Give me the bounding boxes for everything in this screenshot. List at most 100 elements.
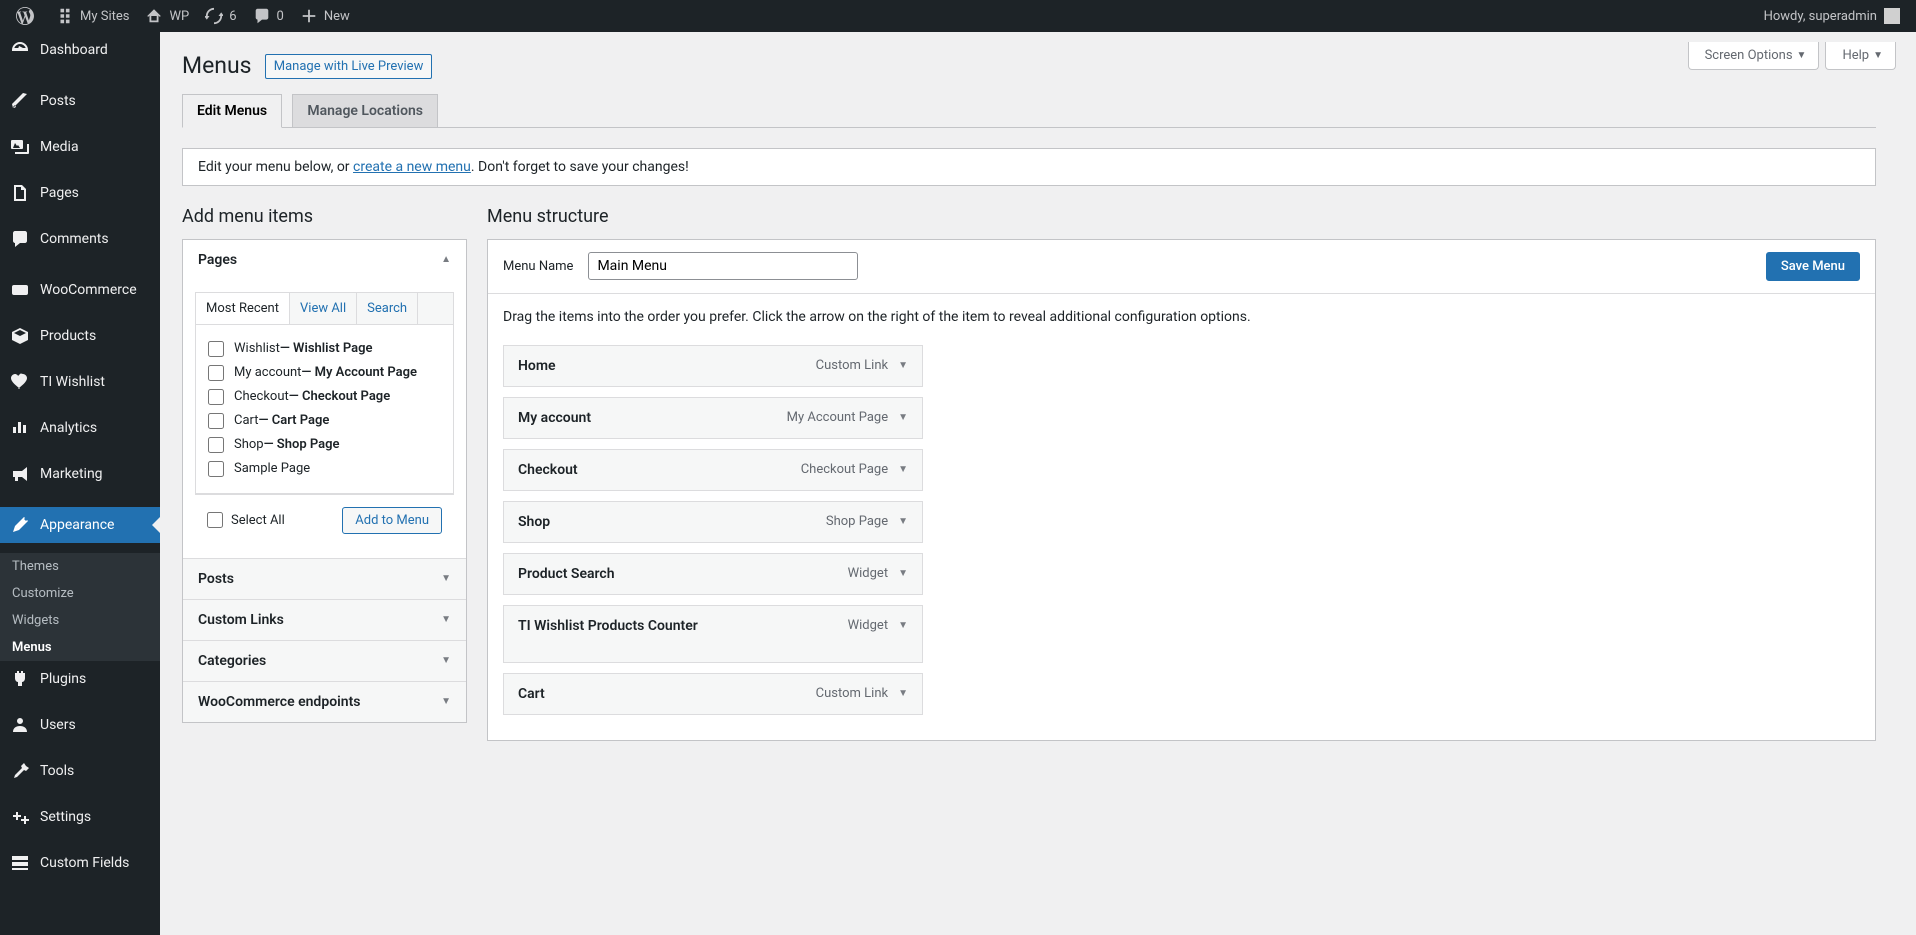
chevron-down-icon[interactable]: ▼ bbox=[898, 412, 908, 423]
chevron-down-icon[interactable]: ▼ bbox=[898, 568, 908, 579]
tab-edit-menus[interactable]: Edit Menus bbox=[182, 94, 282, 128]
sidebar-item-settings[interactable]: Settings bbox=[0, 799, 160, 835]
menu-item[interactable]: HomeCustom Link▼ bbox=[503, 345, 923, 387]
menu-item[interactable]: Product SearchWidget▼ bbox=[503, 553, 923, 595]
accordion-section-custom-links: Custom Links▼ bbox=[183, 600, 466, 641]
updates-count: 6 bbox=[229, 9, 236, 24]
sidebar-item-label: Marketing bbox=[40, 466, 103, 482]
select-all-checkbox[interactable] bbox=[207, 512, 223, 528]
menu-item[interactable]: CartCustom Link▼ bbox=[503, 673, 923, 715]
sidebar-item-appearance[interactable]: Appearance bbox=[0, 507, 160, 543]
my-account[interactable]: Howdy, superadmin bbox=[1756, 0, 1908, 32]
tab-search[interactable]: Search bbox=[357, 293, 418, 324]
plus-icon bbox=[300, 7, 318, 25]
menu-item[interactable]: TI Wishlist Products CounterWidget▼ bbox=[503, 605, 923, 663]
screen-options-toggle[interactable]: Screen Options▼ bbox=[1688, 42, 1820, 70]
page-checkbox[interactable] bbox=[208, 341, 224, 357]
accordion-toggle-woo-endpoints[interactable]: WooCommerce endpoints▼ bbox=[183, 682, 466, 722]
menu-structure-heading: Menu structure bbox=[487, 206, 1876, 227]
select-all-label[interactable]: Select All bbox=[207, 512, 285, 528]
site-name[interactable]: WP bbox=[137, 0, 197, 32]
create-new-menu-link[interactable]: create a new menu bbox=[353, 159, 471, 175]
tab-view-all[interactable]: View All bbox=[290, 293, 357, 324]
submenu-customize[interactable]: Customize bbox=[0, 580, 160, 607]
pages-icon bbox=[10, 183, 30, 203]
sidebar-item-media[interactable]: Media bbox=[0, 129, 160, 165]
new-label: New bbox=[324, 9, 350, 24]
tab-most-recent[interactable]: Most Recent bbox=[196, 293, 290, 324]
tab-manage-locations[interactable]: Manage Locations bbox=[292, 94, 438, 127]
page-checkbox[interactable] bbox=[208, 461, 224, 477]
accordion-section-categories: Categories▼ bbox=[183, 641, 466, 682]
accordion-toggle-categories[interactable]: Categories▼ bbox=[183, 641, 466, 681]
menu-item-type: Custom Link bbox=[816, 358, 888, 373]
menu-name-input[interactable] bbox=[588, 252, 858, 280]
sidebar-item-tools[interactable]: Tools bbox=[0, 753, 160, 789]
save-menu-button[interactable]: Save Menu bbox=[1766, 252, 1860, 281]
manage-live-preview-button[interactable]: Manage with Live Preview bbox=[265, 54, 433, 79]
page-checkbox[interactable] bbox=[208, 437, 224, 453]
chevron-down-icon[interactable]: ▼ bbox=[898, 688, 908, 699]
sidebar-item-label: Posts bbox=[40, 93, 76, 109]
accordion-toggle-posts[interactable]: Posts▼ bbox=[183, 559, 466, 599]
add-menu-items-heading: Add menu items bbox=[182, 206, 467, 227]
menu-item[interactable]: CheckoutCheckout Page▼ bbox=[503, 449, 923, 491]
page-checkbox-item: Checkout — Checkout Page bbox=[208, 385, 441, 409]
sidebar-item-posts[interactable]: Posts bbox=[0, 83, 160, 119]
chevron-down-icon[interactable]: ▼ bbox=[898, 620, 908, 631]
menu-item-type: Shop Page bbox=[826, 514, 888, 529]
my-sites[interactable]: My Sites bbox=[48, 0, 137, 32]
chevron-down-icon[interactable]: ▼ bbox=[898, 464, 908, 475]
chevron-down-icon: ▼ bbox=[441, 696, 451, 707]
page-checkbox[interactable] bbox=[208, 413, 224, 429]
page-checkbox[interactable] bbox=[208, 365, 224, 381]
page-checkbox[interactable] bbox=[208, 389, 224, 405]
sidebar-item-analytics[interactable]: Analytics bbox=[0, 410, 160, 446]
updates[interactable]: 6 bbox=[197, 0, 244, 32]
sidebar-item-wishlist[interactable]: TI Wishlist bbox=[0, 364, 160, 400]
accordion-toggle-custom-links[interactable]: Custom Links▼ bbox=[183, 600, 466, 640]
page-checkbox-item: My account — My Account Page bbox=[208, 361, 441, 385]
sidebar-item-customfields[interactable]: Custom Fields bbox=[0, 845, 160, 881]
sidebar-item-label: Dashboard bbox=[40, 42, 108, 58]
menu-item-title: Cart bbox=[518, 686, 545, 702]
sidebar-item-pages[interactable]: Pages bbox=[0, 175, 160, 211]
sidebar-item-label: Tools bbox=[40, 763, 74, 779]
menu-item-type: My Account Page bbox=[787, 410, 888, 425]
admin-menu: Dashboard Posts Media Pages Comments Woo… bbox=[0, 32, 160, 935]
submenu-themes[interactable]: Themes bbox=[0, 553, 160, 580]
help-toggle[interactable]: Help▼ bbox=[1825, 42, 1896, 70]
drag-instructions: Drag the items into the order you prefer… bbox=[503, 309, 1860, 325]
new-content[interactable]: New bbox=[292, 0, 358, 32]
sidebar-item-users[interactable]: Users bbox=[0, 707, 160, 743]
sidebar-item-label: Plugins bbox=[40, 671, 86, 687]
submenu-menus[interactable]: Menus bbox=[0, 634, 160, 661]
page-checkbox-item: Sample Page bbox=[208, 457, 441, 481]
sidebar-item-plugins[interactable]: Plugins bbox=[0, 661, 160, 697]
chevron-down-icon[interactable]: ▼ bbox=[898, 360, 908, 371]
page-checkbox-item: Wishlist — Wishlist Page bbox=[208, 337, 441, 361]
menu-item[interactable]: ShopShop Page▼ bbox=[503, 501, 923, 543]
sidebar-item-marketing[interactable]: Marketing bbox=[0, 456, 160, 492]
sidebar-item-label: TI Wishlist bbox=[40, 374, 105, 390]
plugins-icon bbox=[10, 669, 30, 689]
accordion-toggle-pages[interactable]: Pages ▲ bbox=[183, 240, 466, 280]
comments[interactable]: 0 bbox=[245, 0, 292, 32]
submenu-widgets[interactable]: Widgets bbox=[0, 607, 160, 634]
chevron-up-icon: ▲ bbox=[441, 254, 451, 265]
sidebar-item-comments[interactable]: Comments bbox=[0, 221, 160, 257]
add-to-menu-button[interactable]: Add to Menu bbox=[342, 507, 442, 534]
sidebar-item-label: Settings bbox=[40, 809, 91, 825]
chevron-down-icon: ▼ bbox=[441, 614, 451, 625]
sidebar-item-products[interactable]: Products bbox=[0, 318, 160, 354]
chevron-down-icon[interactable]: ▼ bbox=[898, 516, 908, 527]
dashboard-icon bbox=[10, 40, 30, 60]
chevron-down-icon: ▼ bbox=[441, 655, 451, 666]
sidebar-item-dashboard[interactable]: Dashboard bbox=[0, 32, 160, 68]
wp-logo[interactable] bbox=[8, 0, 48, 32]
sidebar-item-woocommerce[interactable]: WooCommerce bbox=[0, 272, 160, 308]
sidebar-item-label: Analytics bbox=[40, 420, 97, 436]
menu-item[interactable]: My accountMy Account Page▼ bbox=[503, 397, 923, 439]
appearance-icon bbox=[10, 515, 30, 535]
menu-item-type: Widget bbox=[848, 566, 888, 581]
